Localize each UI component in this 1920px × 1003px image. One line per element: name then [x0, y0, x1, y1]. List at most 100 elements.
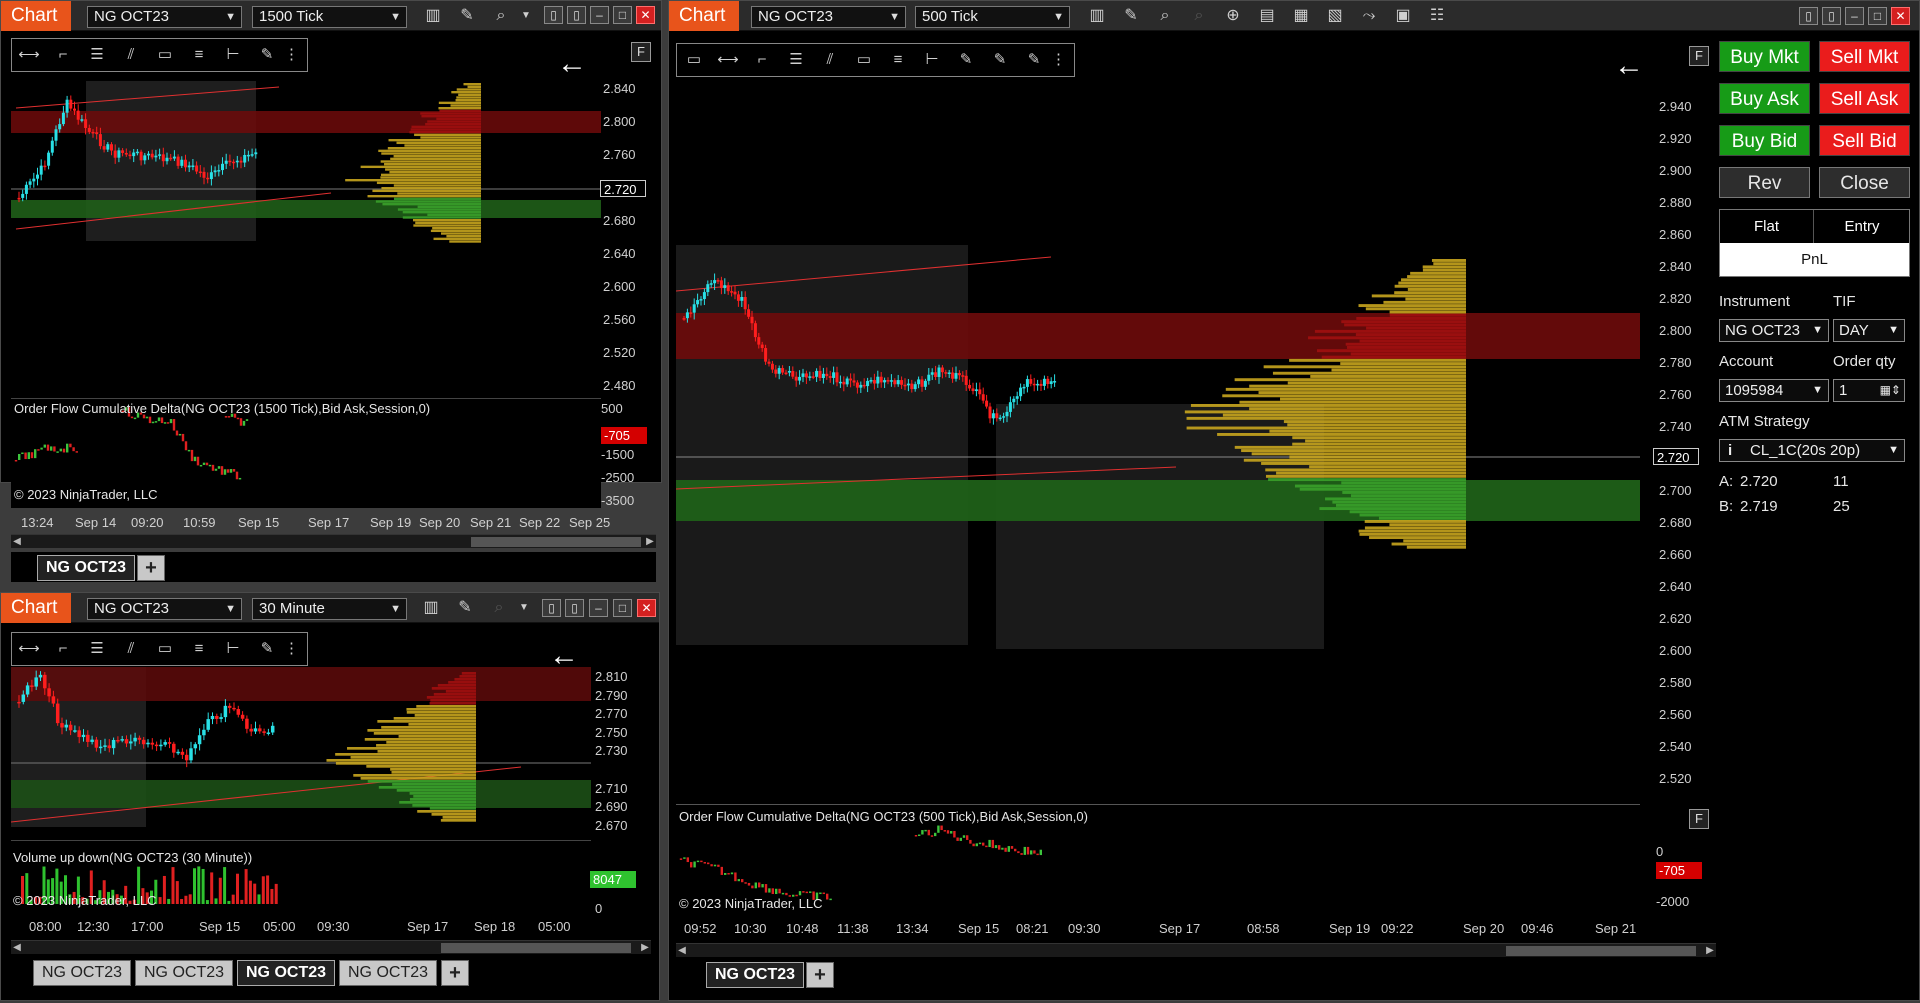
- back-arrow-icon[interactable]: ←: [1614, 51, 1644, 81]
- price-panel[interactable]: [676, 79, 1640, 802]
- add-tab-button[interactable]: +: [137, 555, 165, 581]
- interval-select[interactable]: 500 Tick ▼: [915, 6, 1070, 28]
- more-icon[interactable]: ⋮: [1051, 44, 1066, 76]
- fib-tool-icon[interactable]: ☰: [80, 39, 114, 71]
- rectangle-tool-icon[interactable]: ▭: [148, 633, 182, 665]
- bar-type-icon[interactable]: ▥: [421, 598, 441, 618]
- ray-tool-icon[interactable]: ⌐: [46, 39, 80, 71]
- horizontal-scrollbar[interactable]: ◀ ▶: [11, 940, 651, 954]
- ray-tool-icon[interactable]: ⌐: [745, 44, 779, 76]
- chart-menu-button[interactable]: Chart: [1, 1, 71, 31]
- tab-ng-oct23[interactable]: NG OCT23: [706, 962, 805, 988]
- buy-ask-button[interactable]: Buy Ask: [1719, 83, 1810, 114]
- close-position-button[interactable]: Close: [1819, 167, 1910, 198]
- strategies-icon[interactable]: ⤳: [1359, 6, 1379, 26]
- channel-tool-icon[interactable]: ⫽: [114, 39, 148, 71]
- scroll-left-icon[interactable]: ◀: [11, 535, 23, 549]
- buy-bid-button[interactable]: Buy Bid: [1719, 125, 1810, 156]
- zoom-icon[interactable]: ⌕: [489, 598, 509, 618]
- tab-ng-oct23-2[interactable]: NG OCT23: [135, 960, 234, 986]
- info-icon[interactable]: i: [1728, 440, 1732, 461]
- channel-tool-icon[interactable]: ⫽: [114, 633, 148, 665]
- maximize-icon[interactable]: □: [613, 599, 632, 617]
- more-icon[interactable]: ⋮: [284, 633, 299, 665]
- volume-profile-tool-icon[interactable]: ≡: [182, 633, 216, 665]
- sell-bid-button[interactable]: Sell Bid: [1819, 125, 1910, 156]
- reverse-button[interactable]: Rev: [1719, 167, 1810, 198]
- bar-type-icon[interactable]: ▥: [1087, 6, 1107, 26]
- scroll-thumb[interactable]: [1506, 946, 1696, 956]
- crosshair-icon[interactable]: ⊕: [1223, 6, 1243, 26]
- channel-tool-icon[interactable]: ⫽: [813, 44, 847, 76]
- title-bar[interactable]: Chart NG OCT23 ▼ 30 Minute ▼ ▥ ✎ ⌕ ▼ ▯ ▯ –…: [1, 593, 659, 623]
- rectangle-tool-icon[interactable]: ▭: [148, 39, 182, 71]
- scroll-thumb[interactable]: [471, 537, 641, 547]
- scroll-left-icon[interactable]: ◀: [676, 944, 688, 958]
- sell-ask-button[interactable]: Sell Ask: [1819, 83, 1910, 114]
- price-panel[interactable]: [11, 667, 591, 837]
- zoom-icon[interactable]: ⌕: [491, 6, 511, 26]
- properties-icon[interactable]: ▦: [1291, 6, 1311, 26]
- dropdown-icon[interactable]: ▼: [517, 598, 531, 618]
- tab-ng-oct23[interactable]: NG OCT23: [37, 555, 136, 581]
- minimize-icon[interactable]: –: [1845, 7, 1864, 25]
- dropdown-icon[interactable]: ▼: [519, 6, 533, 26]
- drawing-tool-icon[interactable]: ✎: [1121, 6, 1141, 26]
- tile-icon[interactable]: ▯: [542, 599, 561, 617]
- drawing-tool-icon[interactable]: ✎: [455, 598, 475, 618]
- bar-type-icon[interactable]: ▥: [423, 6, 443, 26]
- tif-select[interactable]: DAY ▼: [1833, 319, 1905, 342]
- add-tab-button[interactable]: +: [441, 960, 469, 986]
- f-icon[interactable]: F: [1689, 46, 1709, 66]
- tab-ng-oct23-1[interactable]: NG OCT23: [33, 960, 132, 986]
- minimize-icon[interactable]: –: [590, 6, 609, 24]
- tile-icon[interactable]: ▯: [567, 6, 586, 24]
- atm-strategy-select[interactable]: i CL_1C(20s 20p) ▼: [1719, 439, 1905, 462]
- tile-icon[interactable]: ▯: [544, 6, 563, 24]
- instrument-select[interactable]: NG OCT23 ▼: [87, 598, 242, 620]
- zoom-in-icon[interactable]: ⌕: [1155, 6, 1175, 26]
- add-tab-button[interactable]: +: [806, 962, 834, 988]
- volume-profile-tool-icon[interactable]: ≡: [881, 44, 915, 76]
- pencil-icon[interactable]: ✎: [250, 39, 284, 71]
- scroll-right-icon[interactable]: ▶: [644, 535, 656, 549]
- interval-select[interactable]: 30 Minute ▼: [252, 598, 407, 620]
- line-tool-icon[interactable]: ⟷: [12, 39, 46, 71]
- chart-menu-button[interactable]: Chart: [1, 593, 71, 623]
- tile-icon[interactable]: ▯: [1822, 7, 1841, 25]
- horizontal-scrollbar[interactable]: ◀ ▶: [676, 943, 1716, 957]
- pencil-icon[interactable]: ✎: [949, 44, 983, 76]
- data-box-icon[interactable]: ▤: [1257, 6, 1277, 26]
- close-icon[interactable]: ✕: [636, 6, 655, 24]
- more-icon[interactable]: ⋮: [284, 39, 299, 71]
- volume-profile-tool-icon[interactable]: ≡: [182, 39, 216, 71]
- instrument-select[interactable]: NG OCT23 ▼: [87, 6, 242, 28]
- tab-ng-oct23-4[interactable]: NG OCT23: [339, 960, 438, 986]
- horizontal-scrollbar[interactable]: ◀ ▶: [11, 534, 656, 548]
- chart-menu-button[interactable]: Chart: [669, 1, 739, 31]
- line-tool-icon[interactable]: ⟷: [12, 633, 46, 665]
- scroll-thumb[interactable]: [441, 943, 631, 953]
- title-bar[interactable]: Chart NG OCT23 ▼ 500 Tick ▼ ▥ ✎ ⌕ ⌕ ⊕ ▤ ▦ …: [669, 1, 1919, 31]
- templates-icon[interactable]: ▣: [1393, 6, 1413, 26]
- interval-select[interactable]: 1500 Tick ▼: [252, 6, 407, 28]
- fib-tool-icon[interactable]: ☰: [779, 44, 813, 76]
- indicators-icon[interactable]: ▧: [1325, 6, 1345, 26]
- tile-icon[interactable]: ▯: [565, 599, 584, 617]
- ruler-tool-icon[interactable]: ⊢: [216, 633, 250, 665]
- buy-market-button[interactable]: Buy Mkt: [1719, 41, 1810, 72]
- scroll-right-icon[interactable]: ▶: [639, 941, 651, 955]
- zoom-out-icon[interactable]: ⌕: [1189, 6, 1209, 26]
- pencil-icon[interactable]: ✎: [1017, 44, 1051, 76]
- drawing-tool-icon[interactable]: ✎: [457, 6, 477, 26]
- line-tool-icon[interactable]: ⟷: [711, 44, 745, 76]
- sell-market-button[interactable]: Sell Mkt: [1819, 41, 1910, 72]
- ruler-icon[interactable]: ▭: [677, 44, 711, 76]
- tab-ng-oct23-3[interactable]: NG OCT23: [237, 960, 336, 986]
- rectangle-tool-icon[interactable]: ▭: [847, 44, 881, 76]
- price-panel[interactable]: [11, 73, 601, 396]
- maximize-icon[interactable]: □: [613, 6, 632, 24]
- f-icon[interactable]: F: [1689, 809, 1709, 829]
- f-icon[interactable]: F: [631, 42, 651, 62]
- ruler-tool-icon[interactable]: ⊢: [216, 39, 250, 71]
